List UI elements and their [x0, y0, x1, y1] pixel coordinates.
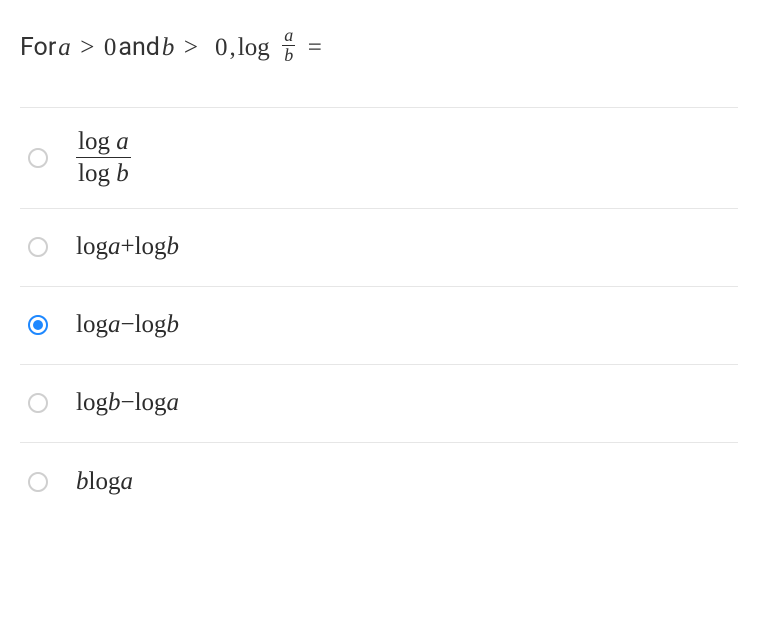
var-a: a: [58, 29, 71, 67]
log-prefix: log: [76, 311, 108, 339]
log-prefix: log: [89, 468, 121, 496]
options-list: log a log b log a + log b log a − log b …: [20, 107, 738, 521]
var: a: [120, 468, 133, 496]
log-prefix: log: [135, 389, 167, 417]
radio-button[interactable]: [28, 472, 48, 492]
var: b: [108, 389, 121, 417]
radio-button[interactable]: [28, 315, 48, 335]
operator: −: [120, 389, 134, 417]
option-3[interactable]: log a − log b: [20, 287, 738, 365]
log-text: log: [238, 29, 270, 67]
var-b: b: [162, 29, 175, 67]
option-5[interactable]: b log a: [20, 443, 738, 521]
log-prefix: log: [78, 160, 116, 187]
question-text-prefix: For: [20, 29, 56, 67]
option-1-content: log a log b: [76, 128, 131, 188]
log-prefix: log: [76, 233, 108, 261]
option-5-content: b log a: [76, 468, 133, 496]
option-4-content: log b − log a: [76, 389, 179, 417]
question-prompt: For a > 0 and b > 0 , log a b =: [20, 28, 738, 67]
comma: ,: [230, 29, 236, 67]
option-2[interactable]: log a + log b: [20, 209, 738, 287]
var: a: [108, 233, 121, 261]
var: a: [167, 389, 180, 417]
var: a: [116, 128, 129, 155]
option-4[interactable]: log b − log a: [20, 365, 738, 443]
frac-den: b: [282, 45, 295, 65]
zero-2: 0: [215, 29, 228, 67]
fraction-a-over-b: a b: [282, 26, 295, 65]
operator: −: [120, 311, 134, 339]
log-prefix: log: [135, 311, 167, 339]
log-prefix: log: [76, 389, 108, 417]
var: b: [76, 468, 89, 496]
var: b: [167, 311, 180, 339]
radio-button[interactable]: [28, 393, 48, 413]
option-1[interactable]: log a log b: [20, 108, 738, 209]
operator: +: [120, 233, 134, 261]
and-text: and: [118, 29, 160, 67]
log-prefix: log: [78, 128, 116, 155]
var: b: [167, 233, 180, 261]
gt-sign-1: >: [80, 29, 94, 67]
zero-1: 0: [104, 29, 117, 67]
option-2-content: log a + log b: [76, 233, 179, 261]
frac-num: a: [282, 26, 295, 45]
var: a: [108, 311, 121, 339]
option-3-content: log a − log b: [76, 311, 179, 339]
radio-button[interactable]: [28, 148, 48, 168]
option-1-fraction: log a log b: [76, 128, 131, 188]
radio-button[interactable]: [28, 237, 48, 257]
log-prefix: log: [135, 233, 167, 261]
gt-sign-2: >: [184, 29, 198, 67]
var: b: [116, 160, 129, 187]
equals-sign: =: [308, 29, 322, 67]
